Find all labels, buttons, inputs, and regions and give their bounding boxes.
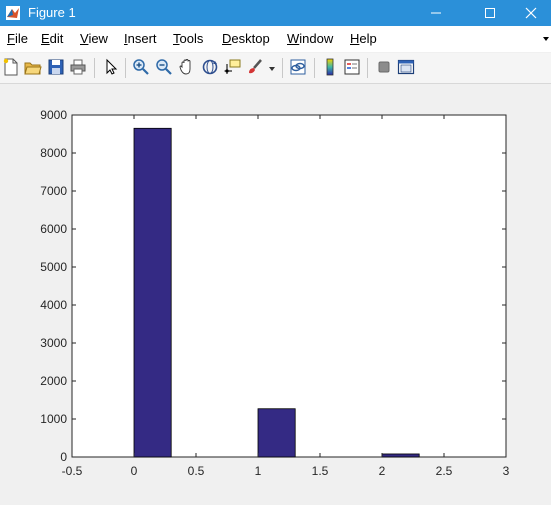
menu-file-rest: ile bbox=[14, 31, 28, 46]
menu-edit-rest: dit bbox=[49, 31, 64, 46]
menu-file[interactable]: File bbox=[7, 31, 28, 47]
menu-view[interactable]: View bbox=[80, 31, 108, 47]
toolbar-separator bbox=[282, 58, 283, 78]
menu-window-rest: indow bbox=[299, 31, 334, 46]
y-tick-label: 7000 bbox=[40, 184, 67, 198]
brush-icon[interactable] bbox=[246, 58, 264, 76]
new-figure-icon[interactable] bbox=[2, 58, 20, 76]
x-tick-label: 1.5 bbox=[312, 464, 329, 478]
menu-overflow-arrow-icon[interactable] bbox=[543, 36, 549, 42]
x-tick-label: 0.5 bbox=[188, 464, 205, 478]
figure-toolbar bbox=[0, 53, 551, 84]
menu-help-rest: elp bbox=[359, 31, 377, 46]
bar bbox=[133, 127, 172, 458]
bar-chart: 0 1000 2000 3000 4000 5000 6000 7000 8000 9000 -0… bbox=[40, 108, 510, 478]
menu-insert-rest: nsert bbox=[127, 31, 157, 46]
menu-file-mnemonic: F bbox=[7, 31, 15, 46]
y-tick-label: 1000 bbox=[40, 412, 67, 426]
figure-canvas[interactable]: 0 1000 2000 3000 4000 5000 6000 7000 8000 9000 -0… bbox=[0, 84, 551, 501]
save-icon[interactable] bbox=[47, 58, 65, 76]
menu-tools[interactable]: Tools bbox=[173, 31, 203, 47]
menu-help-mnemonic: H bbox=[350, 31, 360, 46]
title-bar[interactable]: Figure 1 bbox=[0, 0, 551, 26]
link-plot-icon[interactable] bbox=[289, 58, 307, 76]
print-icon[interactable] bbox=[69, 58, 87, 76]
menu-view-rest: iew bbox=[88, 31, 108, 46]
bar bbox=[257, 408, 296, 458]
bar bbox=[381, 453, 420, 458]
menu-help[interactable]: Help bbox=[350, 31, 377, 47]
menu-desktop[interactable]: Desktop bbox=[222, 31, 270, 47]
y-tick-label: 8000 bbox=[40, 146, 67, 160]
select-arrow-icon[interactable] bbox=[102, 58, 120, 76]
open-file-icon[interactable] bbox=[24, 58, 42, 76]
y-tick-label: 2000 bbox=[40, 374, 67, 388]
y-tick-label: 5000 bbox=[40, 260, 67, 274]
x-tick-label: 1 bbox=[255, 464, 262, 478]
y-tick-label: 3000 bbox=[40, 336, 67, 350]
menu-window-mnemonic: W bbox=[287, 31, 300, 46]
x-tick-label: 0 bbox=[131, 464, 138, 478]
show-plot-tools-icon[interactable] bbox=[397, 58, 415, 76]
x-tick-label: 2.5 bbox=[436, 464, 453, 478]
close-icon bbox=[525, 7, 536, 19]
toolbar-separator bbox=[125, 58, 126, 78]
zoom-out-icon[interactable] bbox=[155, 58, 173, 76]
matlab-logo-icon bbox=[6, 6, 20, 20]
menu-edit[interactable]: Edit bbox=[41, 31, 63, 47]
legend-icon[interactable] bbox=[343, 58, 361, 76]
window-title: Figure 1 bbox=[28, 5, 76, 20]
menu-desktop-rest: esktop bbox=[231, 31, 270, 46]
y-tick-label: 9000 bbox=[40, 108, 67, 122]
menu-desktop-mnemonic: D bbox=[222, 31, 232, 46]
y-tick-label: 0 bbox=[60, 450, 67, 464]
x-tick-label: -0.5 bbox=[62, 464, 83, 478]
x-tick-label: 2 bbox=[379, 464, 386, 478]
maximize-icon bbox=[485, 8, 495, 18]
menu-window[interactable]: Window bbox=[287, 31, 333, 47]
toolbar-separator bbox=[367, 58, 368, 78]
minimize-button[interactable] bbox=[413, 0, 459, 26]
x-tick-label: 3 bbox=[503, 464, 510, 478]
menu-insert[interactable]: Insert bbox=[124, 31, 157, 47]
menu-edit-mnemonic: E bbox=[41, 31, 50, 46]
hide-plot-tools-icon[interactable] bbox=[375, 58, 393, 76]
menu-tools-rest: ools bbox=[179, 31, 204, 46]
rotate-3d-icon[interactable] bbox=[201, 58, 219, 76]
colorbar-icon[interactable] bbox=[321, 58, 339, 76]
y-tick-label: 6000 bbox=[40, 222, 67, 236]
pan-hand-icon[interactable] bbox=[178, 58, 196, 76]
brush-dropdown-arrow-icon[interactable] bbox=[268, 66, 276, 72]
close-button[interactable] bbox=[510, 0, 551, 26]
zoom-in-icon[interactable] bbox=[132, 58, 150, 76]
data-cursor-icon[interactable] bbox=[224, 58, 242, 76]
minimize-icon bbox=[431, 12, 441, 14]
toolbar-separator bbox=[314, 58, 315, 78]
y-tick-label: 4000 bbox=[40, 298, 67, 312]
maximize-button[interactable] bbox=[467, 0, 513, 26]
menu-bar: File Edit View Insert Tools Desktop Wind… bbox=[0, 26, 551, 52]
toolbar-separator bbox=[94, 58, 95, 78]
